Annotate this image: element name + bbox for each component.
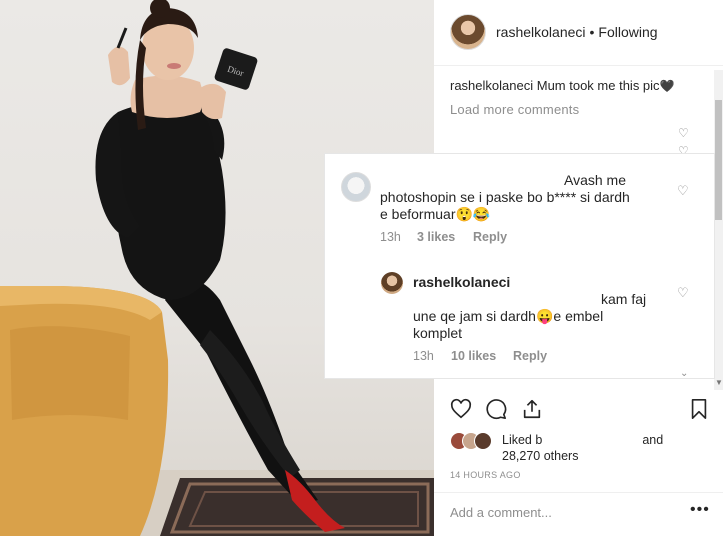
more-options-icon[interactable]: ••• — [690, 501, 710, 519]
black-heart-emoji: 🖤 — [659, 79, 675, 93]
reply-author-avatar[interactable] — [381, 272, 403, 294]
comment2-line3: komplet — [413, 325, 463, 341]
post-header: rashelkolaneci • Following — [434, 0, 723, 66]
following-button[interactable]: Following — [598, 24, 657, 40]
comment2-line2: une qe jam si dardh😛e embel — [413, 308, 604, 324]
add-comment-input[interactable] — [450, 505, 680, 520]
commenter-avatar[interactable] — [341, 172, 371, 202]
author-username[interactable]: rashelkolaneci — [496, 24, 586, 40]
comment1-likes[interactable]: 3 likes — [417, 230, 455, 244]
post-timestamp: 14 HOURS AGO — [450, 470, 521, 480]
comment2-likes[interactable]: 10 likes — [451, 349, 496, 363]
comment-like-heart-icon-partial[interactable]: ♡ — [678, 144, 689, 154]
comment2-line1: kam faj — [601, 291, 647, 307]
liked-by-and: and — [642, 433, 664, 447]
likes-summary: Liked b and 28,270 others — [450, 430, 710, 466]
comment1-line3: e beformuar😲😂 — [380, 206, 491, 222]
comment1-line1: Avash me — [564, 172, 626, 188]
author-line: rashelkolaneci • Following — [496, 24, 658, 40]
comment1-time: 13h — [380, 230, 401, 244]
liked-by-others[interactable]: 28,270 others — [502, 449, 578, 463]
reply-author-username[interactable]: rashelkolaneci — [413, 274, 510, 290]
bookmark-icon[interactable] — [688, 398, 710, 420]
liker-avatar[interactable] — [474, 432, 492, 450]
load-more-comments[interactable]: Load more comments — [450, 102, 579, 117]
caption: rashelkolaneci Mum took me this pic🖤 — [450, 78, 675, 93]
comment1-line2: photoshopin se i paske bo b**** si dardh — [380, 189, 630, 205]
liked-by-text[interactable]: Liked b and 28,270 others — [502, 432, 663, 464]
comment-icon[interactable] — [485, 398, 507, 420]
caption-text: Mum took me this pic — [536, 78, 660, 93]
comment1-reply-button[interactable]: Reply — [473, 230, 507, 244]
comment-like-heart-icon[interactable]: ♡ — [678, 126, 689, 140]
chevron-down-icon[interactable]: ⌄ — [680, 368, 688, 379]
share-icon[interactable] — [521, 398, 543, 420]
comments-scrollbar[interactable] — [714, 70, 723, 390]
liked-by-prefix: Liked b — [502, 433, 543, 447]
comment2-reply-button[interactable]: Reply — [513, 349, 547, 363]
comment1-like-heart-icon[interactable]: ♡ — [677, 183, 689, 199]
comment2-time: 13h — [413, 349, 434, 363]
pasted-comment-thread: Avash me photoshopin se i paske bo b****… — [325, 154, 714, 379]
comment2-like-heart-icon[interactable]: ♡ — [677, 285, 689, 301]
add-comment-bar: ••• — [434, 492, 723, 536]
scroll-down-arrow-icon[interactable]: ▼ — [715, 378, 723, 387]
action-bar — [434, 398, 723, 428]
heart-icon[interactable] — [450, 398, 472, 420]
author-avatar[interactable] — [450, 14, 486, 50]
separator-dot: • — [589, 24, 595, 40]
scrollbar-thumb[interactable] — [715, 100, 722, 220]
caption-username[interactable]: rashelkolaneci — [450, 78, 533, 93]
